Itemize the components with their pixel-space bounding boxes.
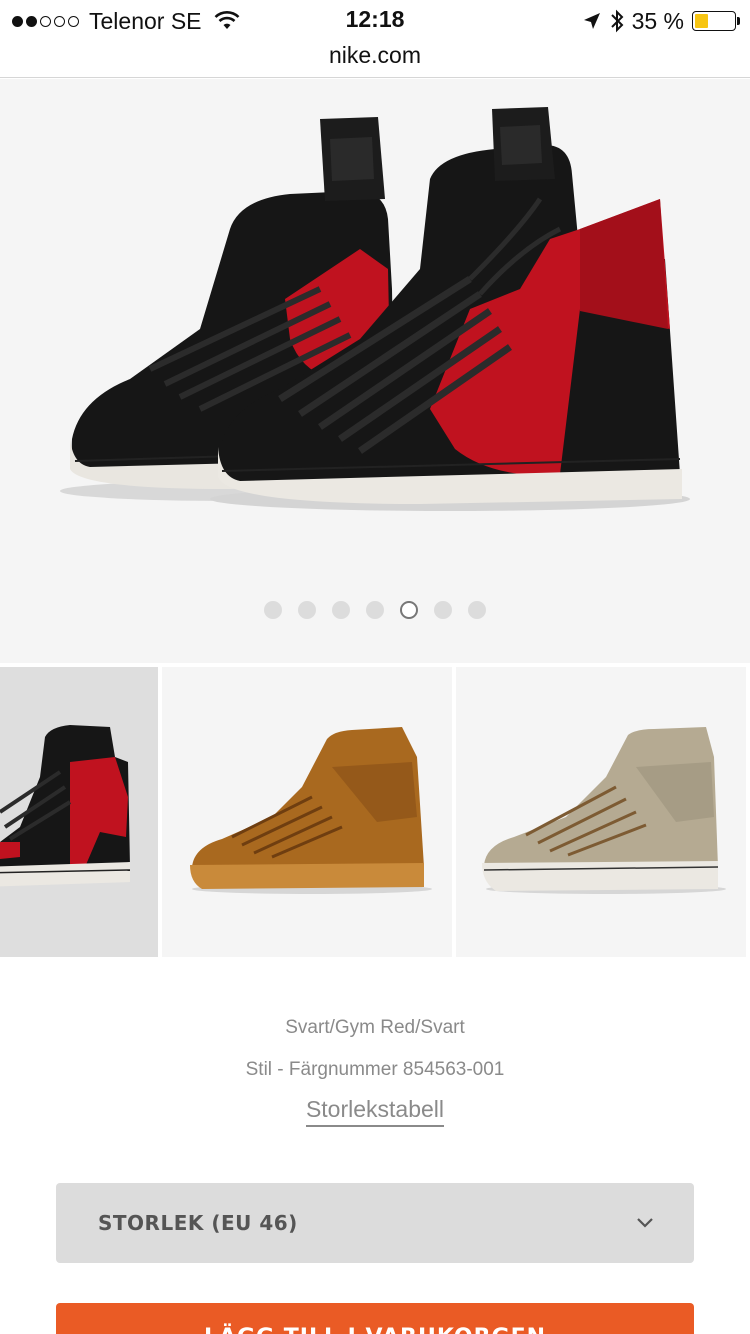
pager-dot[interactable] [264, 601, 282, 619]
thumbnail-image [0, 725, 131, 887]
product-info: Svart/Gym Red/Svart Stil - Färgnummer 85… [0, 1010, 750, 1127]
pager-dot[interactable] [298, 601, 316, 619]
battery-level [695, 14, 709, 28]
status-bar: Telenor SE 12:18 35 % [0, 0, 750, 40]
battery-percent: 35 % [631, 7, 684, 34]
add-to-cart-label: LÄGG TILL I VARUKORGEN [56, 1303, 694, 1334]
status-right: 35 % [582, 6, 740, 36]
color-variant-khaki[interactable] [456, 667, 746, 957]
thumbnail-image [190, 727, 432, 894]
battery-icon [692, 11, 740, 31]
color-variant-list [0, 667, 750, 957]
pager-dot[interactable] [468, 601, 486, 619]
chevron-down-icon [637, 1218, 653, 1228]
bluetooth-icon [610, 9, 623, 33]
color-variant-tan[interactable] [162, 667, 452, 957]
thumbnail-image [482, 727, 726, 894]
style-code: Stil - Färgnummer 854563-001 [245, 1059, 505, 1080]
pager-dot[interactable] [332, 601, 350, 619]
pager-dot[interactable] [400, 601, 418, 619]
size-chart-link[interactable]: Storlekstabell [305, 1096, 445, 1127]
add-to-cart-button[interactable]: LÄGG TILL I VARUKORGEN [56, 1303, 694, 1334]
location-arrow-icon [583, 13, 600, 29]
pager-dot[interactable] [366, 601, 384, 619]
address-bar[interactable]: nike.com [0, 38, 750, 78]
color-name: Svart/Gym Red/Svart [285, 1017, 465, 1038]
product-image-carousel[interactable] [0, 79, 750, 663]
product-image-main [60, 107, 690, 511]
pager-dot[interactable] [434, 601, 452, 619]
size-select-value: STORLEK (EU 46) [98, 1211, 298, 1235]
size-select[interactable]: STORLEK (EU 46) [56, 1183, 694, 1263]
color-variant-black-red[interactable] [0, 667, 158, 957]
carousel-pager[interactable] [0, 601, 750, 619]
